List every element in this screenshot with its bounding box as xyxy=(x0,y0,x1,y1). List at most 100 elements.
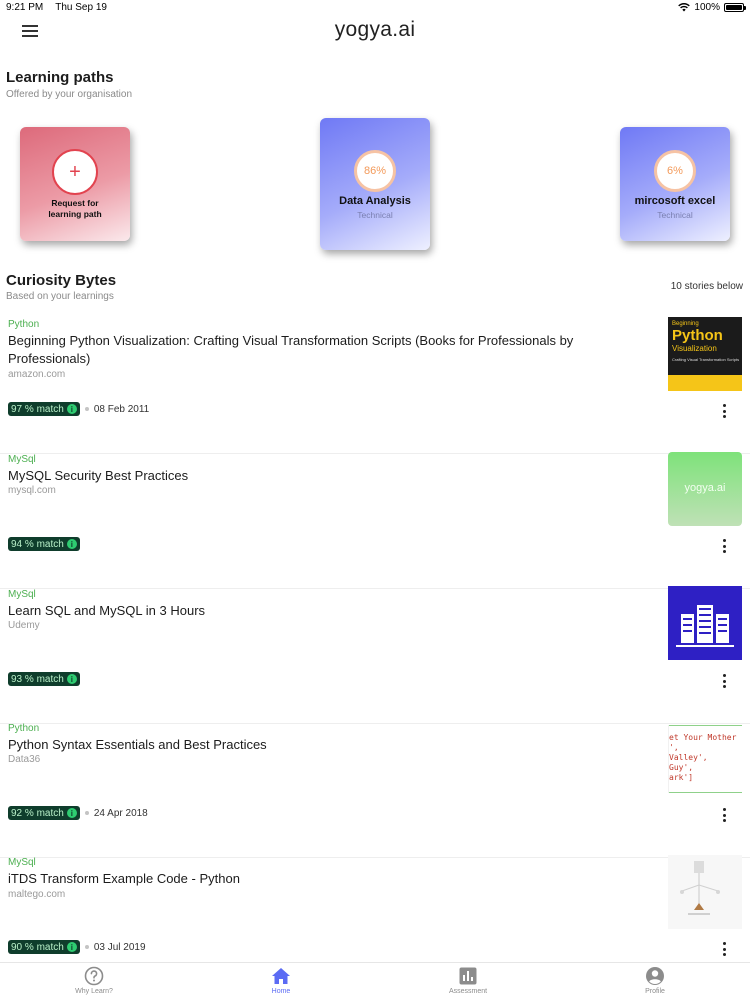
story-title[interactable]: Beginning Python Visualization: Crafting… xyxy=(8,332,608,368)
code-line: et Your Mother xyxy=(669,733,737,742)
match-badge[interactable]: 90 % match i xyxy=(8,940,80,954)
info-icon: i xyxy=(66,404,77,414)
curiosity-bytes-subtitle: Based on your learnings xyxy=(6,291,114,302)
battery-icon xyxy=(724,3,746,12)
progress-ring: 6% xyxy=(654,150,696,192)
code-line: Valley', xyxy=(669,753,708,762)
story-item[interactable]: Python Beginning Python Visualization: C… xyxy=(0,317,750,454)
story-date: 24 Apr 2018 xyxy=(93,807,148,819)
story-thumbnail-book-cover[interactable]: Beginning Python Visualization Crafting … xyxy=(668,317,742,391)
story-source: amazon.com xyxy=(8,369,66,380)
code-line: ark'] xyxy=(669,773,694,782)
nav-label: Home xyxy=(271,988,291,995)
story-date: 08 Feb 2011 xyxy=(93,403,150,415)
book-cover-subtitle: Visualization xyxy=(672,344,717,353)
story-thumbnail-diagram[interactable] xyxy=(668,855,742,929)
story-title[interactable]: MySQL Security Best Practices xyxy=(8,467,608,485)
status-bar: 9:21 PM Thu Sep 19 100% xyxy=(0,0,750,16)
plus-icon: + xyxy=(52,149,98,195)
diagram-graphic xyxy=(680,861,720,915)
book-cover-title: Python xyxy=(672,327,723,344)
info-icon: i xyxy=(66,808,77,818)
code-line: ', xyxy=(669,743,679,752)
story-title[interactable]: Python Syntax Essentials and Best Practi… xyxy=(8,736,608,754)
placeholder-logo-text: yogya.ai xyxy=(684,482,726,494)
story-thumbnail-code-snippet[interactable]: et Your Mother ', Valley', Guy', ark'] xyxy=(668,725,742,793)
curiosity-bytes-title: Curiosity Bytes xyxy=(6,272,117,289)
status-left: 9:21 PM Thu Sep 19 xyxy=(6,2,107,13)
story-source: Udemy xyxy=(8,620,40,631)
story-source: mysql.com xyxy=(8,485,56,496)
info-icon: i xyxy=(66,674,77,684)
book-cover-tagline: Crafting Visual Transformation Scripts xyxy=(672,357,740,362)
match-text: 97 % match xyxy=(11,403,64,415)
battery-percent: 100% xyxy=(694,2,720,13)
status-date: Thu Sep 19 xyxy=(55,2,107,13)
status-right: 100% xyxy=(678,2,746,13)
person-icon xyxy=(646,967,664,985)
story-source: maltego.com xyxy=(8,889,66,900)
story-item[interactable]: Python Python Syntax Essentials and Best… xyxy=(0,723,750,858)
request-label-line2: learning path xyxy=(48,209,102,219)
home-icon xyxy=(272,968,290,984)
story-meta: 92 % match i 24 Apr 2018 xyxy=(8,806,148,820)
wifi-icon xyxy=(678,3,691,12)
request-learning-path-card[interactable]: + Request for learning path xyxy=(20,127,130,241)
match-badge[interactable]: 94 % match i xyxy=(8,537,80,551)
learning-paths-title: Learning paths xyxy=(6,69,114,86)
learning-path-type: Technical xyxy=(357,210,393,220)
match-badge[interactable]: 93 % match i xyxy=(8,672,80,686)
match-text: 94 % match xyxy=(11,538,64,550)
story-source: Data36 xyxy=(8,754,41,765)
story-meta: 93 % match i xyxy=(8,672,80,686)
nav-item-why-learn[interactable]: Why Learn? xyxy=(34,966,154,995)
more-options-icon[interactable] xyxy=(721,674,727,688)
status-time: 9:21 PM xyxy=(6,2,44,13)
nav-item-assessment[interactable]: Assessment xyxy=(408,966,528,995)
match-badge[interactable]: 97 % match i xyxy=(8,402,80,416)
brand-logo: yogya.ai xyxy=(334,18,416,41)
story-tag: Python xyxy=(8,723,40,734)
meta-separator xyxy=(84,407,89,411)
story-meta: 90 % match i 03 Jul 2019 xyxy=(8,940,146,954)
learning-path-card-data-analysis[interactable]: 86% Data Analysis Technical xyxy=(320,118,430,250)
nav-label: Profile xyxy=(645,988,665,995)
learning-path-name: Data Analysis xyxy=(339,195,411,207)
learning-path-type: Technical xyxy=(657,210,693,220)
match-text: 93 % match xyxy=(11,673,64,685)
match-text: 92 % match xyxy=(11,807,64,819)
story-tag: MySql xyxy=(8,589,36,600)
story-title[interactable]: Learn SQL and MySQL in 3 Hours xyxy=(8,602,608,620)
more-options-icon[interactable] xyxy=(721,404,727,418)
story-tag: MySql xyxy=(8,454,36,465)
learning-paths-subtitle: Offered by your organisation xyxy=(6,89,133,100)
bottom-navigation: Why Learn? Home Assessment Profile xyxy=(0,962,750,1000)
nav-label: Assessment xyxy=(448,988,488,995)
learning-path-name: mircosoft excel xyxy=(634,195,716,207)
code-line: Guy', xyxy=(669,763,694,772)
nav-label: Why Learn? xyxy=(75,988,113,995)
stories-count: 10 stories below xyxy=(670,281,743,292)
story-item[interactable]: MySql Learn SQL and MySQL in 3 Hours Ude… xyxy=(0,586,750,724)
story-thumbnail-placeholder[interactable]: yogya.ai xyxy=(668,452,742,526)
story-tag: Python xyxy=(8,319,40,330)
more-options-icon[interactable] xyxy=(721,942,727,956)
story-meta: 97 % match i 08 Feb 2011 xyxy=(8,402,149,416)
story-thumbnail-server-rack[interactable] xyxy=(668,586,742,660)
info-icon: i xyxy=(66,539,77,549)
nav-item-home[interactable]: Home xyxy=(221,966,341,995)
nav-item-profile[interactable]: Profile xyxy=(595,966,715,995)
story-date: 03 Jul 2019 xyxy=(93,941,146,953)
more-options-icon[interactable] xyxy=(721,808,727,822)
story-item[interactable]: MySql MySQL Security Best Practices mysq… xyxy=(0,452,750,589)
learning-path-card-excel[interactable]: 6% mircosoft excel Technical xyxy=(620,127,730,241)
match-badge[interactable]: 92 % match i xyxy=(8,806,80,820)
story-meta: 94 % match i xyxy=(8,537,80,551)
chart-icon xyxy=(459,967,477,985)
book-cover-band xyxy=(668,375,742,391)
match-text: 90 % match xyxy=(11,941,64,953)
meta-separator xyxy=(84,945,89,949)
more-options-icon[interactable] xyxy=(721,539,727,553)
meta-separator xyxy=(84,811,89,815)
story-title[interactable]: iTDS Transform Example Code - Python xyxy=(8,870,608,888)
